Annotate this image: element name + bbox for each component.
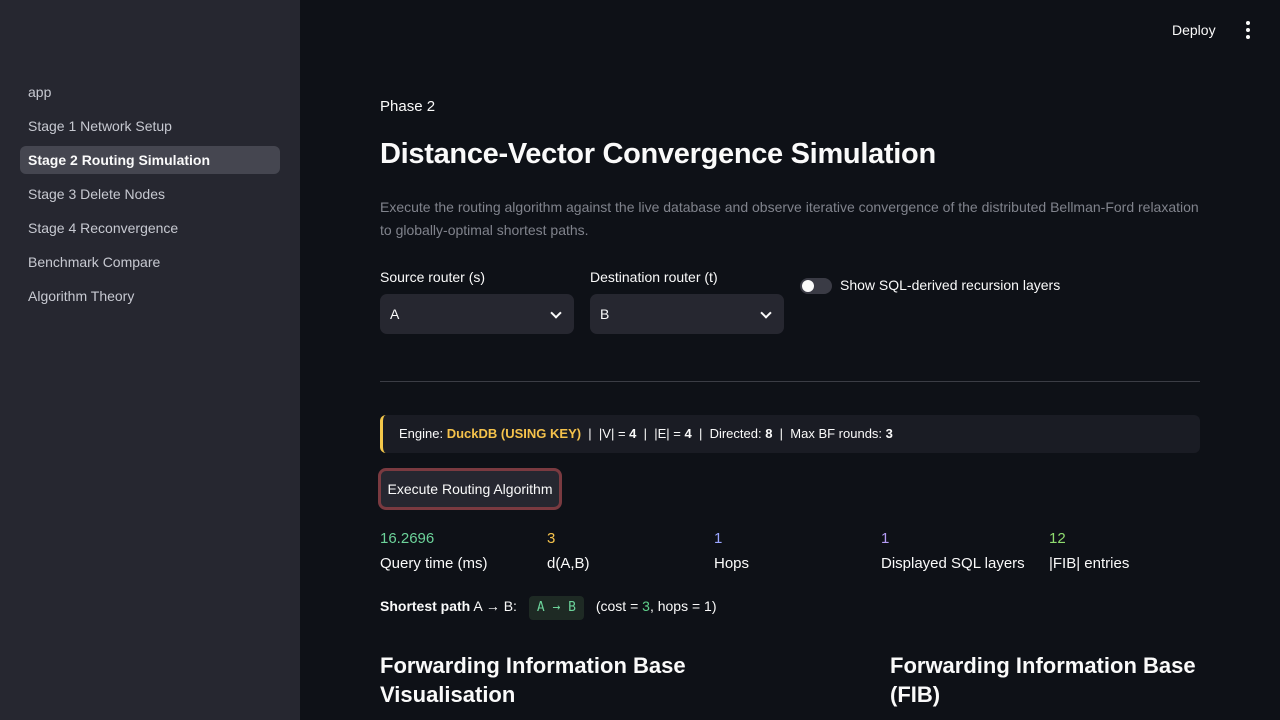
destination-router-value: B xyxy=(600,306,610,322)
chevron-down-icon xyxy=(760,307,772,319)
metric-hops: 1 Hops xyxy=(714,529,874,572)
metric-label: Displayed SQL layers xyxy=(881,555,1025,572)
shortest-path-route: A → B: xyxy=(473,598,517,614)
vertex-count: 4 xyxy=(629,426,637,441)
toggle-knob xyxy=(802,280,814,292)
metric-label: d(A,B) xyxy=(547,555,590,572)
destination-router-label: Destination router (t) xyxy=(590,269,718,285)
shortest-path-row: Shortest path A → B: A → B (cost = 3, ho… xyxy=(380,594,717,620)
section-heading-fib: Forwarding Information Base (FIB) xyxy=(890,653,1196,707)
page-description: Execute the routing algorithm against th… xyxy=(380,199,1199,238)
directed-label: Directed: xyxy=(709,426,762,441)
sidebar-item-theory[interactable]: Algorithm Theory xyxy=(20,282,280,310)
divider xyxy=(380,381,1200,382)
vertex-count-label: |V| = xyxy=(598,426,626,441)
metric-value: 1 xyxy=(881,530,890,547)
menu-dot xyxy=(1246,35,1250,39)
sidebar-item-stage-4[interactable]: Stage 4 Reconvergence xyxy=(20,214,280,242)
metric-sql-layers: 1 Displayed SQL layers xyxy=(881,529,1041,572)
metric-fib-entries: 12 |FIB| entries xyxy=(1049,529,1209,572)
sidebar: app Stage 1 Network Setup Stage 2 Routin… xyxy=(0,0,300,720)
sql-layers-toggle-label: Show SQL-derived recursion layers xyxy=(840,277,1061,293)
metric-value: 12 xyxy=(1049,530,1066,547)
metric-label: Query time (ms) xyxy=(380,555,488,572)
rounds-count: 3 xyxy=(885,426,893,441)
execute-routing-button[interactable]: Execute Routing Algorithm xyxy=(378,468,562,510)
edge-count: 4 xyxy=(684,426,692,441)
metric-distance: 3 d(A,B) xyxy=(547,529,707,572)
path-suffix: ) xyxy=(711,598,717,614)
menu-dot xyxy=(1246,21,1250,25)
chevron-down-icon xyxy=(550,307,562,319)
kebab-menu-icon[interactable] xyxy=(1238,20,1258,40)
shortest-path-chip: A → B xyxy=(528,596,584,620)
main-content: Phase 2 Distance-Vector Convergence Simu… xyxy=(378,0,1200,720)
hops-prefix: , hops = xyxy=(649,598,701,614)
sidebar-item-stage-1[interactable]: Stage 1 Network Setup xyxy=(20,112,280,140)
metric-value: 1 xyxy=(714,530,723,547)
shortest-path-lead: Shortest path xyxy=(380,598,471,614)
sidebar-item-benchmark[interactable]: Benchmark Compare xyxy=(20,248,280,276)
source-router-label: Source router (s) xyxy=(380,269,486,285)
edge-count-label: |E| = xyxy=(654,426,681,441)
page-title: Distance-Vector Convergence Simulation xyxy=(380,138,936,170)
source-router-value: A xyxy=(390,306,400,322)
metric-value: 16.2696 xyxy=(380,530,435,547)
metric-label: Hops xyxy=(714,555,750,572)
source-router-select[interactable]: A xyxy=(380,294,574,334)
sidebar-nav: app Stage 1 Network Setup Stage 2 Routin… xyxy=(20,78,280,316)
metric-query-time: 16.2696 Query time (ms) xyxy=(380,529,540,572)
sql-layers-toggle[interactable] xyxy=(800,278,832,294)
cost-prefix: (cost = xyxy=(595,598,639,614)
phase-label: Phase 2 xyxy=(380,98,436,115)
sidebar-item-stage-3[interactable]: Stage 3 Delete Nodes xyxy=(20,180,280,208)
hops-value: 1 xyxy=(704,598,712,614)
engine-prefix: Engine: xyxy=(399,426,444,441)
destination-router-select[interactable]: B xyxy=(590,294,784,334)
metric-value: 3 xyxy=(547,530,556,547)
engine-info-banner: Engine: DuckDB (USING KEY) | |V| = 4 | |… xyxy=(380,415,1200,453)
menu-dot xyxy=(1246,28,1250,32)
directed-count: 8 xyxy=(765,426,773,441)
section-heading-fib-visualisation: Forwarding Information Base Visualisatio… xyxy=(380,653,686,707)
rounds-label: Max BF rounds: xyxy=(790,426,883,441)
sidebar-item-stage-2[interactable]: Stage 2 Routing Simulation xyxy=(20,146,280,174)
metric-label: |FIB| entries xyxy=(1049,555,1130,572)
sidebar-item-app[interactable]: app xyxy=(20,78,280,106)
engine-name: DuckDB (USING KEY) xyxy=(446,426,582,441)
cost-value: 3 xyxy=(642,598,650,614)
